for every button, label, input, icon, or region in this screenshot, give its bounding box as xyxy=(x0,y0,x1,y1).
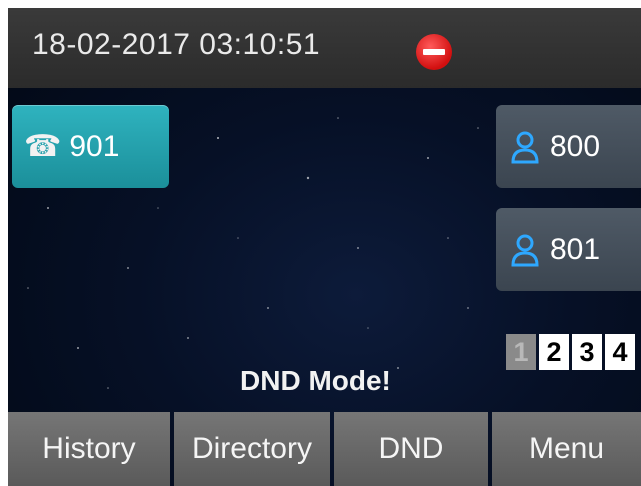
page-1[interactable]: 1 xyxy=(506,334,536,370)
user-icon xyxy=(511,234,539,266)
dnd-mode-message: DND Mode! xyxy=(240,365,391,396)
line-key-901[interactable]: ☎ 901 xyxy=(12,105,169,188)
phone-screen: 18-02-2017 03:10:51 ☎ 901 800 801 1 2 3 … xyxy=(8,8,641,486)
softkey-dnd[interactable]: DND xyxy=(333,412,488,486)
softkey-history[interactable]: History xyxy=(8,412,170,486)
line-key-label: 901 xyxy=(69,129,120,163)
softkey-menu[interactable]: Menu xyxy=(491,412,641,486)
contact-key-801[interactable]: 801 xyxy=(496,208,641,291)
softkey-bar: History Directory DND Menu xyxy=(8,412,641,486)
contact-label: 801 xyxy=(550,232,601,266)
contact-label: 800 xyxy=(550,129,601,163)
page-4[interactable]: 4 xyxy=(605,334,635,370)
page-indicator: 1 2 3 4 xyxy=(506,334,638,370)
page-2[interactable]: 2 xyxy=(539,334,569,370)
status-bar: 18-02-2017 03:10:51 xyxy=(8,8,641,88)
contact-key-800[interactable]: 800 xyxy=(496,105,641,188)
user-icon xyxy=(511,131,539,163)
page-3[interactable]: 3 xyxy=(572,334,602,370)
softkey-directory[interactable]: Directory xyxy=(173,412,330,486)
datetime: 18-02-2017 03:10:51 xyxy=(32,28,321,61)
phone-icon: ☎ xyxy=(24,130,62,163)
dnd-icon xyxy=(416,34,452,70)
